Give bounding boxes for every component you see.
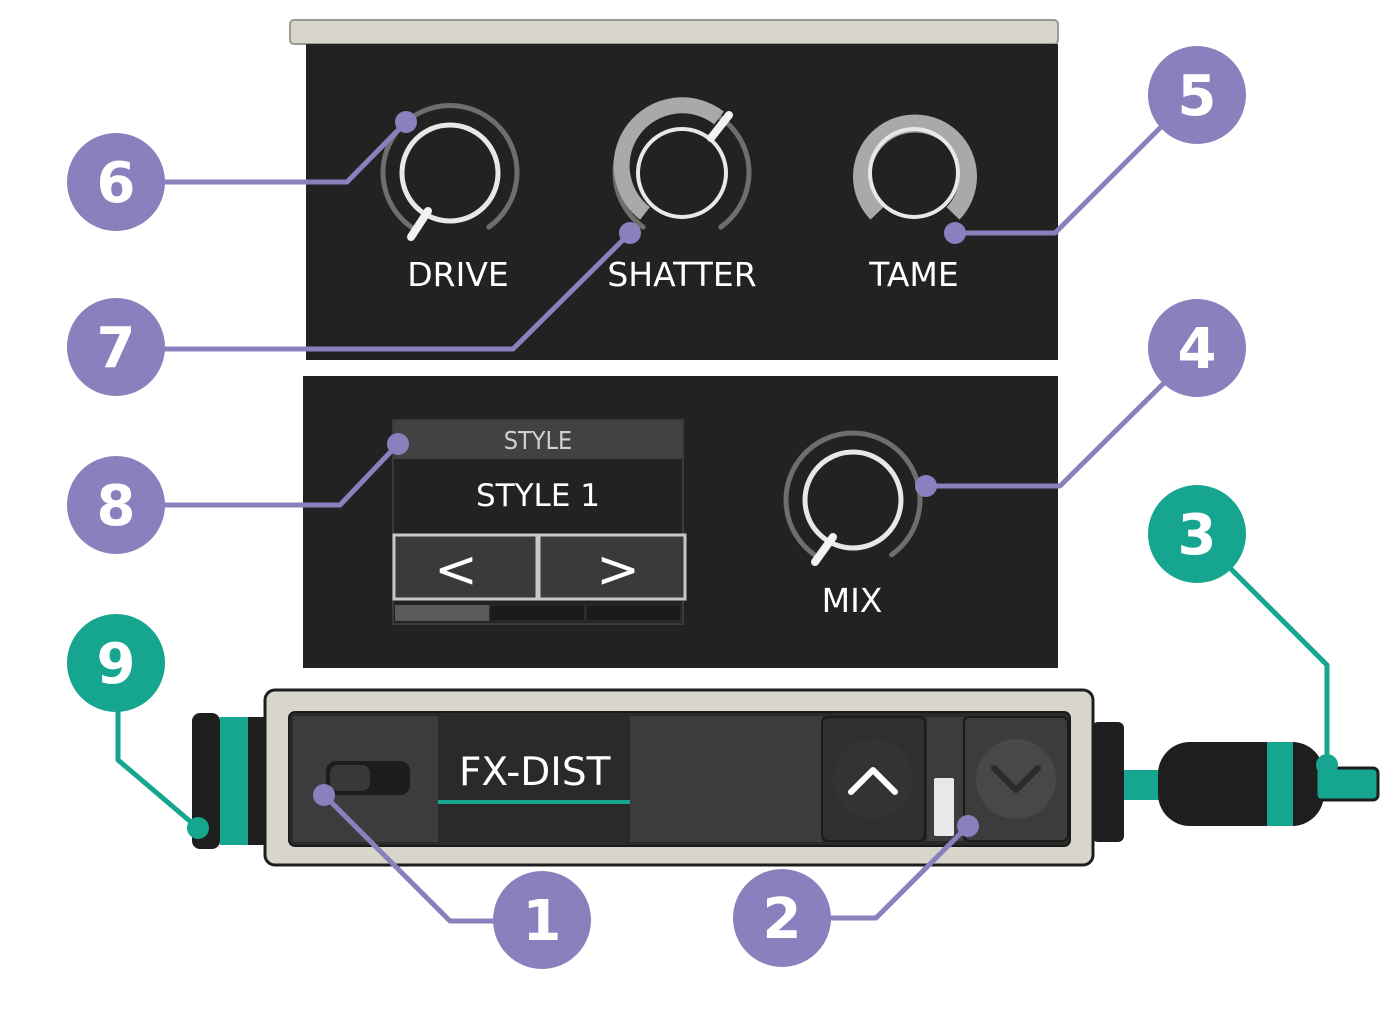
callout-5-number: 5 [1178, 64, 1217, 129]
style-prev-symbol: < [434, 540, 478, 600]
right-collar [1092, 722, 1124, 842]
fx-dist-diagram: DRIVE SHATTER TAME STYLE STYLE 1 < > MIX [67, 19, 1380, 969]
callout-9: 9 [67, 614, 165, 712]
leader-dot-4 [915, 475, 937, 497]
tame-knob-label: TAME [868, 255, 959, 294]
module-right-cable [1092, 722, 1380, 842]
callout-2: 2 [733, 869, 831, 967]
cable-plug [1158, 742, 1324, 826]
cable-plug-teal-band [1267, 742, 1293, 826]
shatter-knob-label: SHATTER [607, 255, 756, 294]
callout-8: 8 [67, 456, 165, 554]
callout-4: 4 [1148, 299, 1246, 397]
mix-knob-label: MIX [822, 581, 883, 620]
leader-dot-2 [957, 815, 979, 837]
leader-dot-3 [1316, 754, 1338, 776]
cable-wire [1124, 770, 1162, 800]
style-selector-value: STYLE 1 [476, 478, 600, 514]
callout-3: 3 [1148, 485, 1246, 583]
left-collar [248, 717, 266, 845]
callout-1-number: 1 [523, 889, 562, 954]
leader-line-9 [115, 707, 201, 831]
callout-1: 1 [493, 871, 591, 969]
callout-3-number: 3 [1178, 503, 1217, 568]
style-page-indicator-3 [585, 604, 682, 622]
move-down-button-circle [976, 739, 1056, 819]
bypass-toggle-thumb [330, 765, 370, 791]
module-display-area [630, 716, 822, 842]
callout-9-number: 9 [97, 632, 136, 697]
leader-dot-5 [944, 222, 966, 244]
callout-8-number: 8 [97, 474, 136, 539]
callout-6: 6 [67, 133, 165, 231]
style-next-symbol: > [596, 540, 640, 600]
drive-knob-label: DRIVE [407, 255, 509, 294]
module-name-underline [438, 800, 630, 804]
leader-dot-9 [187, 817, 209, 839]
callout-2-number: 2 [763, 887, 802, 952]
leader-line-3 [1227, 565, 1330, 768]
callout-7: 7 [67, 298, 165, 396]
callout-6-number: 6 [97, 151, 136, 216]
style-page-indicator-1 [395, 605, 489, 621]
left-teal-band [220, 717, 248, 845]
style-page-indicator-2 [489, 604, 586, 622]
callout-5: 5 [1148, 46, 1246, 144]
leader-dot-8 [387, 433, 409, 455]
style-selector-header: STYLE [504, 426, 572, 455]
leader-dot-6 [395, 111, 417, 133]
scroll-handle[interactable] [934, 778, 954, 836]
module-name: FX-DIST [459, 750, 611, 795]
leader-dot-1 [313, 784, 335, 806]
leader-dot-7 [619, 222, 641, 244]
move-up-button-circle [833, 739, 913, 819]
callout-7-number: 7 [97, 316, 136, 381]
panel-top-rail [289, 19, 1059, 45]
callout-4-number: 4 [1178, 317, 1217, 382]
